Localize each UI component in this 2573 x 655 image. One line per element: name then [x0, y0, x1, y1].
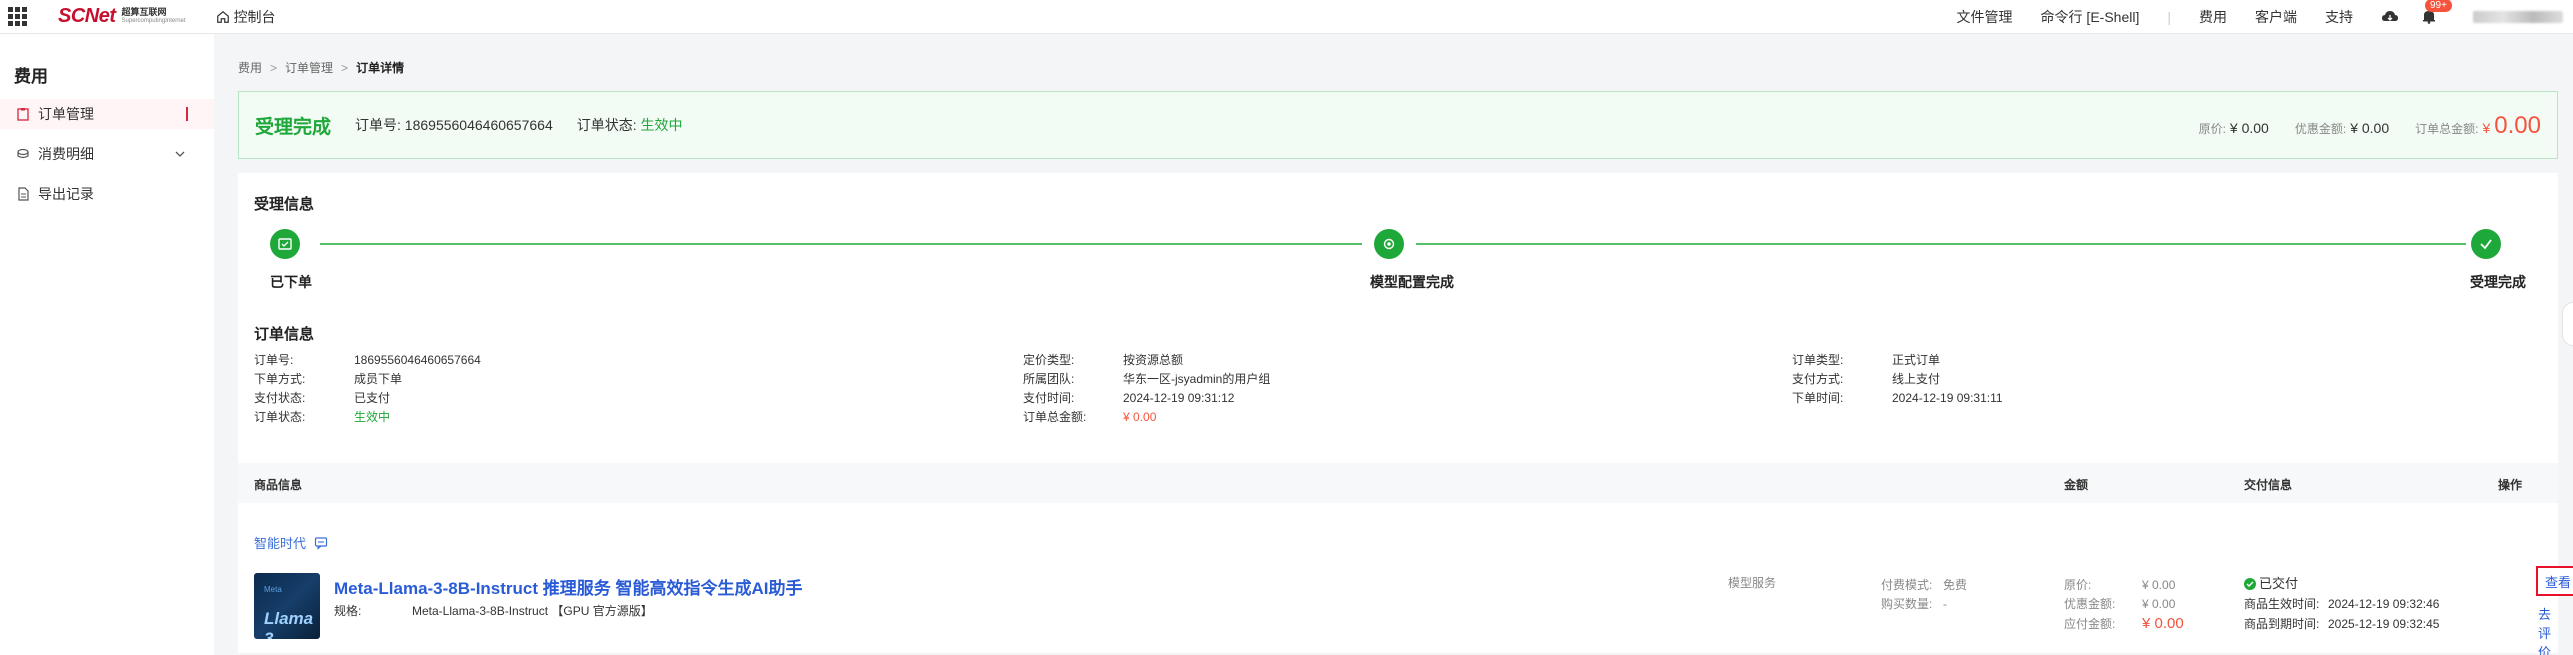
price-summary: 原价: ¥ 0.00 优惠金额: ¥ 0.00 订单总金额: ¥ 0.00: [2198, 112, 2541, 139]
original-price: ¥ 0.00: [2229, 120, 2269, 136]
header-action: 操作: [2498, 478, 2523, 492]
info-row: 支付时间: 2024-12-19 09:31:12: [1023, 391, 1235, 405]
file-management-link[interactable]: 文件管理: [1957, 7, 2013, 27]
status-title: 受理完成: [255, 116, 332, 138]
sidebar: 费用 订单管理 消费明细 导出记录: [0, 34, 214, 655]
gear-icon: [1383, 238, 1395, 250]
cloud-download-icon[interactable]: [2381, 9, 2399, 25]
product-group: 智能时代: [254, 533, 328, 552]
sidebar-item-label: 导出记录: [38, 186, 94, 202]
info-row: 支付状态: 已支付: [254, 391, 391, 405]
console-home-link[interactable]: 控制台: [216, 7, 276, 27]
breadcrumb-order-management[interactable]: 订单管理: [285, 59, 333, 76]
product-name-link[interactable]: Meta-Llama-3-8B-Instruct 推理服务 智能高效指令生成AI…: [334, 574, 802, 599]
notification-badge: 99+: [2425, 0, 2452, 12]
top-navbar: SCNet 超算互联网 SupercomputingInternet 控制台 文…: [0, 0, 2573, 34]
header-amount: 金额: [2064, 478, 2089, 492]
check-icon: [2480, 239, 2492, 250]
order-detail-card: 受理信息 已下单 模型配置完成 受理完成 订单信息 订单号: 1869556046…: [238, 173, 2573, 655]
header-delivery: 交付信息: [2244, 478, 2293, 492]
step-complete-dot: [2471, 229, 2501, 259]
eshell-link[interactable]: 命令行 [E-Shell]: [2041, 7, 2140, 27]
apps-grid-icon[interactable]: [8, 7, 28, 27]
user-account-blurred[interactable]: [2473, 11, 2563, 23]
logo-text: SCNet: [58, 5, 116, 27]
delivered-status: 已交付: [2244, 574, 2439, 594]
order-info-col-3: 订单类型: 正式订单 支付方式: 线上支付 下单时间: 2024-12-19 09:3…: [1792, 351, 2003, 408]
fee-link[interactable]: 费用: [2199, 7, 2227, 27]
step-ordered-label: 已下单: [270, 274, 312, 290]
check-circle-icon: [2244, 578, 2256, 590]
info-row: 订单状态: 生效中: [254, 410, 391, 424]
info-row: 定价类型: 按资源总额: [1023, 353, 1184, 367]
delivery-info: 已交付 商品生效时间: 2024-12-19 09:32:46 商品到期时间: 20…: [2244, 574, 2440, 631]
client-link[interactable]: 客户端: [2255, 7, 2297, 27]
notification-bell[interactable]: 99+: [2421, 0, 2452, 26]
top-nav-right: 文件管理 命令行 [E-Shell] | 费用 客户端 支持 99+: [1929, 0, 2573, 34]
order-info-col-1: 订单号: 1869556046460657664 下单方式: 成员下单 支付状态: 已…: [254, 351, 481, 427]
info-row: 下单时间: 2024-12-19 09:31:11: [1792, 391, 2003, 405]
progress-line: [320, 243, 1362, 245]
coins-icon: [17, 148, 29, 159]
export-document-icon: [18, 187, 29, 201]
step-model-config-dot: [1374, 229, 1404, 259]
breadcrumb-fee[interactable]: 费用: [238, 59, 262, 76]
progress-section-title: 受理信息: [254, 196, 315, 213]
order-info-col-2: 定价类型: 按资源总额 所属团队: 华东一区-jsyadmin的用户组 支付时间: 2…: [1023, 351, 1270, 427]
floating-side-handle[interactable]: [2562, 302, 2573, 346]
info-row: 订单类型: 正式订单: [1792, 353, 1941, 367]
sidebar-item-export-records[interactable]: 导出记录: [0, 179, 214, 209]
order-status-banner: 受理完成 订单号: 1869556046460657664 订单状态: 生效中 …: [238, 91, 2558, 159]
rate-link[interactable]: 去评价: [2538, 604, 2558, 655]
logo-subtext: 超算互联网 SupercomputingInternet: [121, 6, 186, 24]
breadcrumb: 费用 > 订单管理 > 订单详情: [238, 59, 404, 76]
support-link[interactable]: 支持: [2325, 7, 2353, 27]
sidebar-item-consumption-detail[interactable]: 消费明细: [0, 139, 214, 169]
sidebar-item-order-management[interactable]: 订单管理: [0, 99, 214, 129]
info-row: 所属团队: 华东一区-jsyadmin的用户组: [1023, 372, 1271, 386]
discount-amount: ¥ 0.00: [2350, 120, 2390, 136]
breadcrumb-separator: >: [270, 60, 278, 75]
order-status: 订单状态: 生效中: [576, 117, 683, 133]
group-name[interactable]: 智能时代: [254, 533, 306, 552]
view-button[interactable]: 查看: [2536, 566, 2573, 596]
chat-icon[interactable]: [314, 536, 328, 550]
chevron-down-icon: [175, 151, 185, 157]
step-model-config-label: 模型配置完成: [1370, 274, 1454, 290]
breadcrumb-separator: >: [341, 60, 349, 75]
product-amounts: 原价: ¥ 0.00 优惠金额: ¥ 0.00 应付金额: ¥ 0.00: [2064, 578, 2184, 632]
info-row: 下单方式: 成员下单: [254, 372, 403, 386]
order-total: 0.00: [2494, 112, 2541, 139]
sidebar-item-label: 消费明细: [38, 146, 94, 162]
sidebar-title: 费用: [14, 67, 48, 86]
product-row: Meta Llama 3 Meta-Llama-3-8B-Instruct 推理…: [238, 561, 2573, 655]
info-row: 订单总金额: ¥ 0.00: [1023, 410, 1157, 424]
step-complete-label: 受理完成: [2470, 274, 2526, 290]
info-row: 支付方式: 线上支付: [1792, 372, 1941, 386]
clipboard-icon: [17, 108, 29, 121]
order-info-title: 订单信息: [254, 326, 315, 343]
order-number: 订单号: 1869556046460657664: [355, 117, 553, 133]
breadcrumb-current: 订单详情: [356, 61, 405, 75]
product-table-header: 商品信息 金额 交付信息 操作: [238, 463, 2558, 503]
scnet-logo[interactable]: SCNet 超算互联网 SupercomputingInternet: [58, 5, 186, 28]
service-type: 模型服务: [1728, 576, 1777, 590]
order-icon: [278, 238, 292, 250]
info-row: 订单号: 1869556046460657664: [254, 353, 481, 367]
home-icon: [216, 10, 229, 23]
payment-mode: 付费模式: 免费 购买数量: -: [1881, 578, 1968, 611]
header-product-info: 商品信息: [254, 478, 303, 492]
progress-line: [1416, 243, 2466, 245]
console-label: 控制台: [233, 8, 276, 25]
product-spec: 规格: Meta-Llama-3-8B-Instruct 【GPU 官方源版】: [334, 604, 653, 618]
step-ordered-dot: [270, 229, 300, 259]
product-thumbnail[interactable]: Meta Llama 3: [254, 573, 320, 639]
sidebar-item-label: 订单管理: [38, 106, 94, 122]
nav-divider: |: [2167, 9, 2171, 25]
